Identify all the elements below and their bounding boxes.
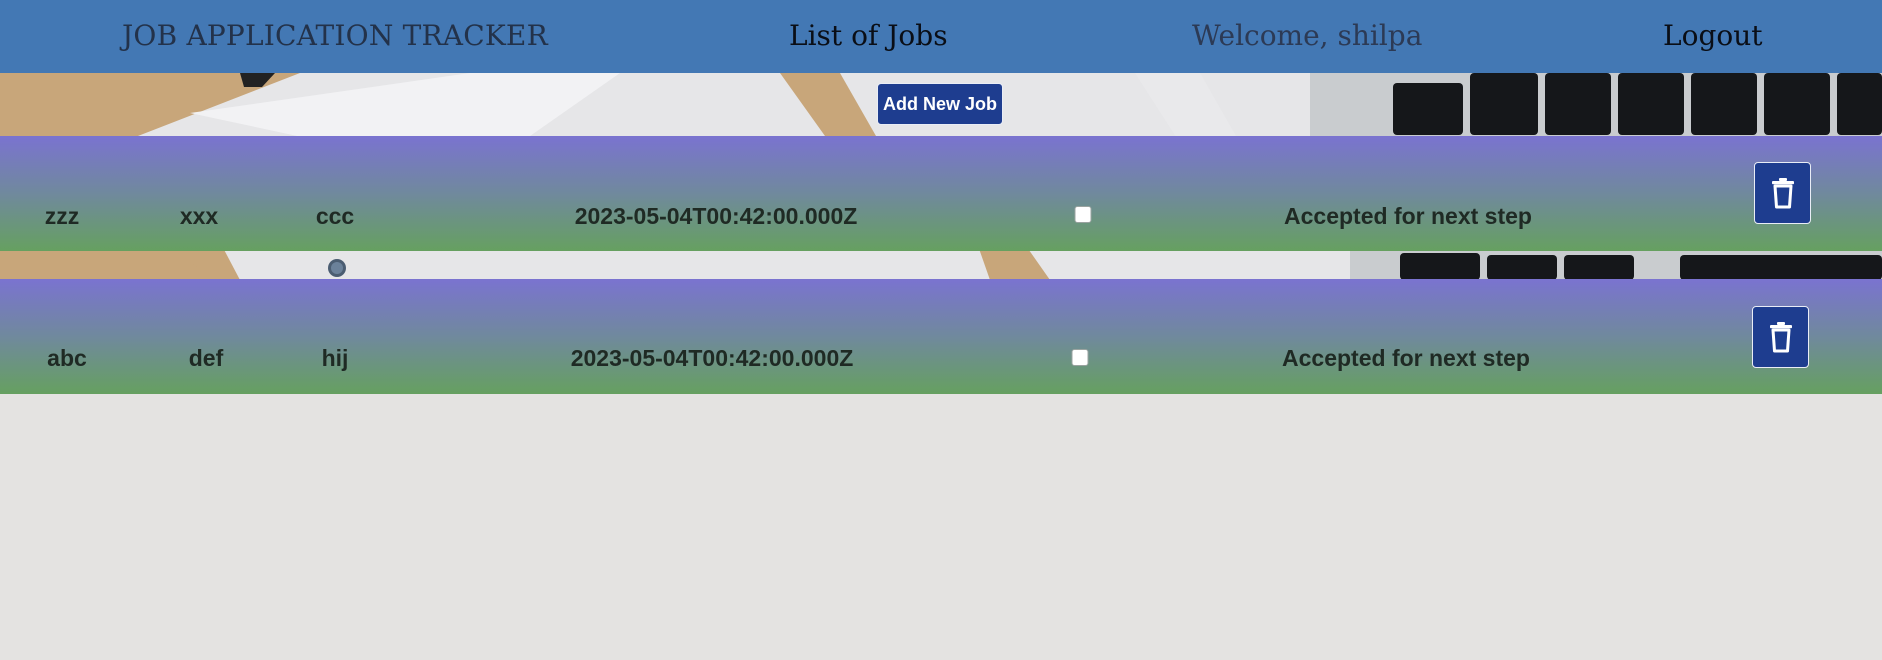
job-date: 2023-05-04T00:42:00.000Z <box>570 345 854 371</box>
delete-job-button[interactable] <box>1754 162 1811 224</box>
job-company: abc <box>47 345 87 371</box>
nav-list-of-jobs[interactable]: List of Jobs <box>789 0 948 73</box>
job-checkbox[interactable] <box>1074 206 1092 223</box>
job-company: zzz <box>44 203 80 229</box>
job-position: xxx <box>179 203 219 229</box>
job-checkbox[interactable] <box>1071 349 1089 366</box>
job-location: ccc <box>315 203 355 229</box>
job-status: Accepted for next step <box>1284 203 1532 229</box>
job-date: 2023-05-04T00:42:00.000Z <box>574 203 858 229</box>
welcome-message: Welcome, shilpa <box>1192 19 1423 52</box>
delete-job-button[interactable] <box>1752 306 1809 368</box>
app-title[interactable]: JOB APPLICATION TRACKER <box>122 0 548 73</box>
trash-icon <box>1769 322 1792 353</box>
job-status: Accepted for next step <box>1282 345 1530 371</box>
top-navbar: JOB APPLICATION TRACKER List of Jobs Wel… <box>0 0 1882 73</box>
add-new-job-button[interactable]: Add New Job <box>877 83 1003 125</box>
trash-icon <box>1771 178 1794 209</box>
logout-link[interactable]: Logout <box>1663 0 1763 73</box>
job-row: zzz xxx ccc 2023-05-04T00:42:00.000Z Acc… <box>0 136 1882 251</box>
job-position: def <box>188 345 224 371</box>
job-location: hij <box>321 345 349 371</box>
job-row: abc def hij 2023-05-04T00:42:00.000Z Acc… <box>0 279 1882 394</box>
